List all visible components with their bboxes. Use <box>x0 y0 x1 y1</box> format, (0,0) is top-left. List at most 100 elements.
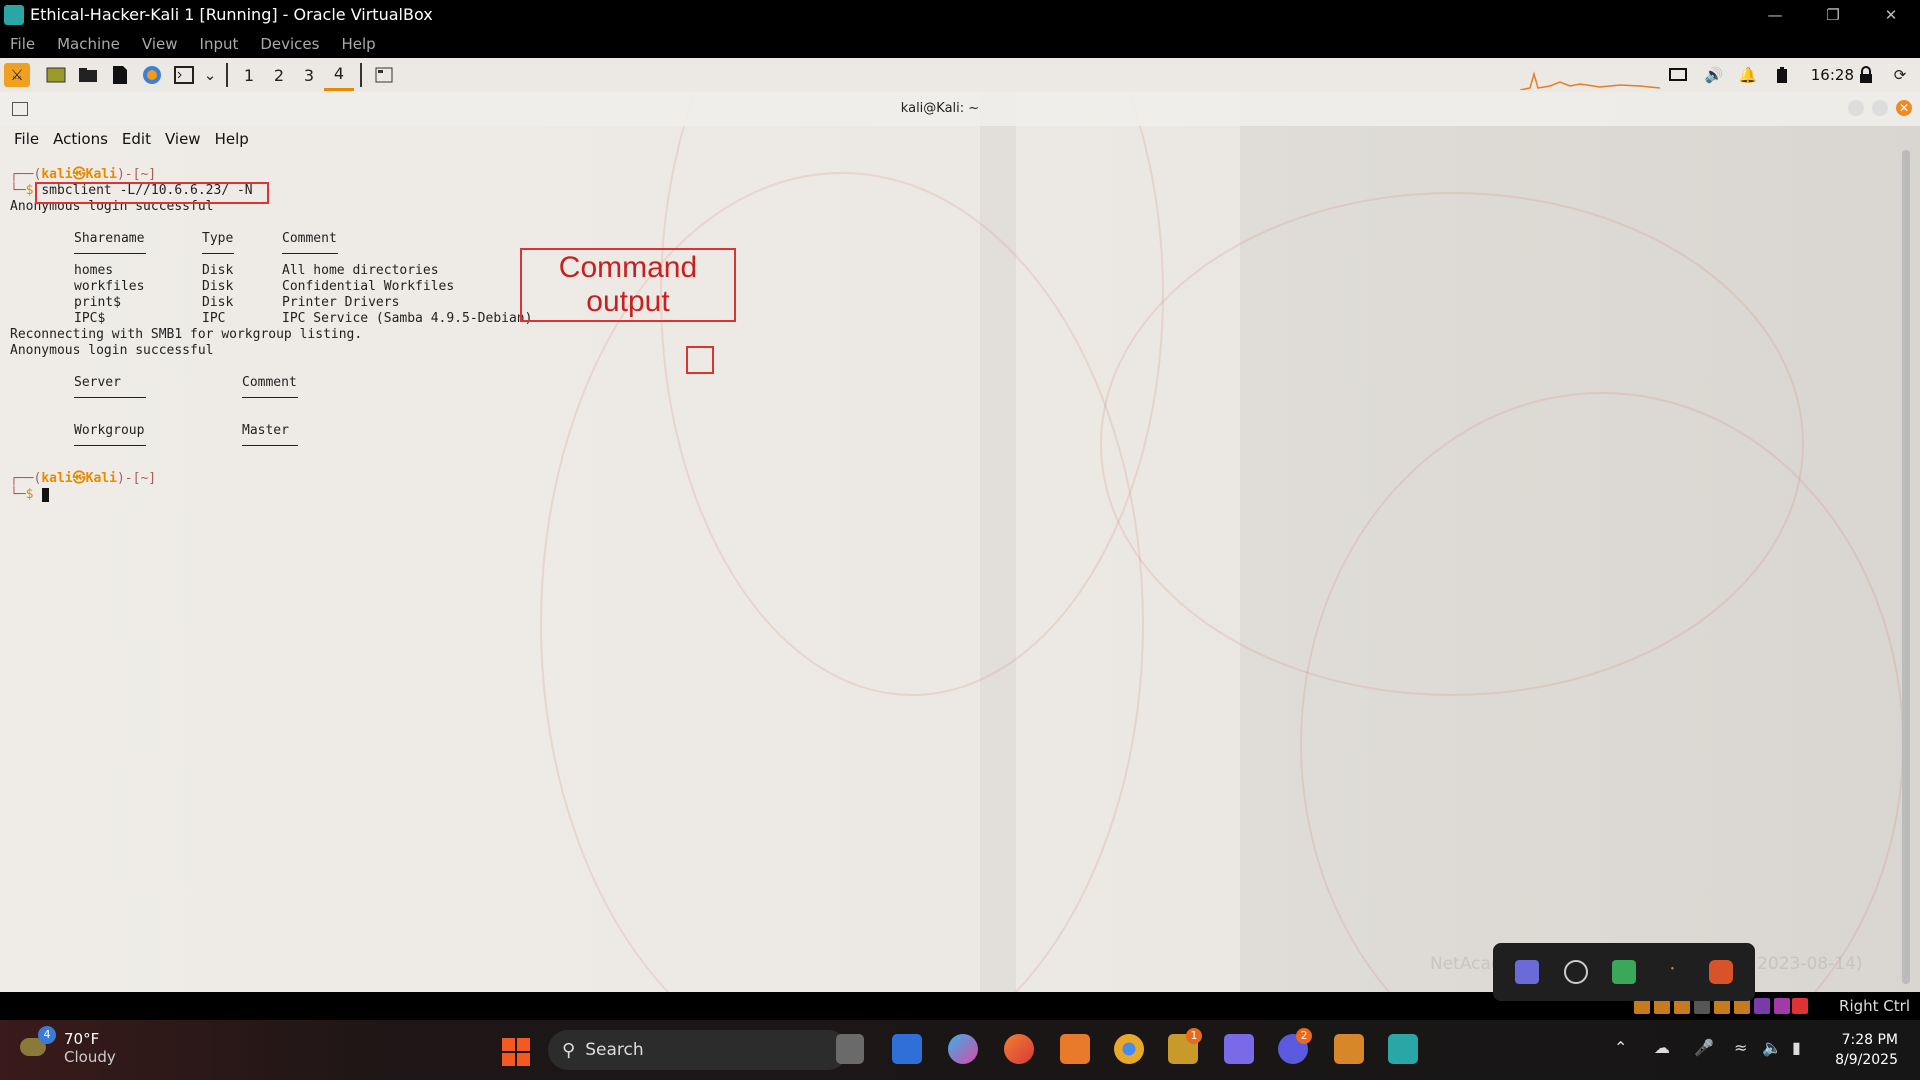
weather-widget[interactable]: 4 70°F Cloudy <box>20 1026 116 1066</box>
taskbar-search[interactable]: ⚲ Search <box>548 1030 848 1070</box>
chevron-down-icon[interactable]: ⌄ <box>203 63 217 87</box>
terminal-menu-bar: File Actions Edit View Help <box>0 126 1920 152</box>
header-type: Type <box>202 231 234 246</box>
copilot-icon[interactable] <box>948 1034 978 1064</box>
display-icon[interactable] <box>1665 63 1691 87</box>
workspace-1[interactable]: 1 <box>234 59 264 91</box>
weather-badge: 4 <box>38 1026 56 1044</box>
close-button[interactable]: ✕ <box>1862 0 1920 29</box>
tray-sync-icon[interactable] <box>1563 960 1588 984</box>
whatsapp-badge: 2 <box>1296 1028 1312 1044</box>
desktop-icon[interactable] <box>43 63 69 87</box>
terminal-window-icon[interactable] <box>371 63 397 87</box>
bluetooth-icon[interactable]: ᛫ <box>1660 960 1684 984</box>
microphone-icon[interactable]: 🎤 <box>1694 1038 1714 1057</box>
terminal-menu-view[interactable]: View <box>165 130 201 148</box>
terminal-title: kali@Kali: ~ <box>900 101 980 116</box>
mouse-integration-icon[interactable] <box>1792 998 1808 1014</box>
terminal-menu-actions[interactable]: Actions <box>53 130 108 148</box>
notification-bell-icon[interactable]: 🔔 <box>1735 63 1761 87</box>
share-type: Disk <box>202 295 234 310</box>
annotation-small-box <box>686 346 714 374</box>
cpu-activity-graph <box>1520 71 1660 90</box>
virtualbox-icon[interactable] <box>1388 1034 1418 1064</box>
workspace-3[interactable]: 3 <box>294 59 324 91</box>
terminal-icon[interactable] <box>171 63 197 87</box>
panel-separator <box>360 63 362 87</box>
menu-machine[interactable]: Machine <box>57 35 120 53</box>
prompt-dir: ~ <box>140 167 149 182</box>
share-name: IPC$ <box>74 311 106 326</box>
firefox-icon[interactable] <box>139 63 165 87</box>
reconnect-line: Reconnecting with SMB1 for workgroup lis… <box>10 327 363 342</box>
terminal-scrollbar[interactable] <box>1902 150 1910 984</box>
virtualbox-title-bar: Ethical-Hacker-Kali 1 [Running] - Oracle… <box>0 0 1920 29</box>
prompt-input-line[interactable]: └─$ <box>10 487 41 503</box>
search-icon: ⚲ <box>562 1039 576 1061</box>
command-highlight-box <box>35 182 269 204</box>
visual-studio-icon[interactable] <box>1224 1034 1254 1064</box>
file-manager-icon[interactable] <box>75 63 101 87</box>
onedrive-icon[interactable]: ☁ <box>1654 1038 1670 1057</box>
text-editor-icon[interactable] <box>107 63 133 87</box>
wifi-icon[interactable]: ≈ <box>1734 1038 1747 1057</box>
share-name: workfiles <box>74 279 145 294</box>
header-underline <box>74 445 146 446</box>
share-comment: Printer Drivers <box>282 295 400 310</box>
microsoft-store-icon[interactable] <box>1060 1034 1090 1064</box>
tray-app-icon[interactable] <box>1515 960 1540 984</box>
share-comment: All home directories <box>282 263 439 278</box>
tray-overflow-popup: ᛫ <box>1493 943 1755 1001</box>
terminal-minimize-button[interactable] <box>1848 100 1864 116</box>
taskbar-date: 8/9/2025 <box>1835 1052 1898 1068</box>
chrome-icon[interactable] <box>1114 1034 1144 1064</box>
lock-icon[interactable] <box>1853 63 1879 87</box>
restore-button[interactable]: ❐ <box>1804 0 1862 29</box>
workspace-2[interactable]: 2 <box>264 59 294 91</box>
tray-security-icon[interactable] <box>1708 960 1733 984</box>
power-icon[interactable]: ⟳ <box>1887 63 1913 87</box>
tray-teams-icon[interactable] <box>1611 960 1636 984</box>
window-title: Ethical-Hacker-Kali 1 [Running] - Oracle… <box>30 5 433 24</box>
windows-taskbar: 4 70°F Cloudy ⚲ Search 1 2 ⌃ ☁ 🎤 ≈ 🔈 ▮ 7… <box>0 1020 1920 1080</box>
search-label: Search <box>585 1040 644 1060</box>
volume-icon[interactable]: 🔊 <box>1701 63 1727 87</box>
header-underline <box>282 253 338 254</box>
kali-menu-icon[interactable]: ⚔ <box>4 63 30 87</box>
header-workgroup: Workgroup <box>74 423 145 438</box>
share-type: Disk <box>202 279 234 294</box>
header-sharename: Sharename <box>74 231 145 246</box>
battery-status-icon[interactable]: ▮ <box>1792 1038 1801 1057</box>
menu-view[interactable]: View <box>142 35 178 53</box>
start-button[interactable] <box>502 1038 530 1066</box>
taskbar-datetime[interactable]: 7:28 PM 8/9/2025 <box>1835 1030 1898 1070</box>
workspace-4[interactable]: 4 <box>324 59 354 91</box>
prompt-host: Kali <box>85 167 117 182</box>
virtualbox-app-icon <box>4 4 24 25</box>
cpu-status-icon[interactable] <box>1774 998 1790 1014</box>
task-view-icon[interactable] <box>836 1034 864 1064</box>
file-explorer-icon[interactable] <box>892 1034 922 1064</box>
menu-devices[interactable]: Devices <box>260 35 319 53</box>
share-name: homes <box>74 263 114 278</box>
virtualbox-menu-bar: File Machine View Input Devices Help <box>0 29 1920 58</box>
terminal-maximize-button[interactable] <box>1872 100 1888 116</box>
recording-icon[interactable] <box>1754 998 1770 1014</box>
minimize-button[interactable]: — <box>1746 0 1804 29</box>
terminal-menu-file[interactable]: File <box>14 130 39 148</box>
panel-clock[interactable]: 16:28 <box>1811 66 1854 84</box>
battery-icon[interactable] <box>1769 63 1795 87</box>
menu-help[interactable]: Help <box>341 35 375 53</box>
office-app-icon[interactable] <box>1334 1034 1364 1064</box>
terminal-close-button[interactable]: ✕ <box>1896 100 1912 116</box>
menu-input[interactable]: Input <box>200 35 239 53</box>
taskbar-time: 7:28 PM <box>1841 1032 1898 1048</box>
terminal-menu-edit[interactable]: Edit <box>122 130 151 148</box>
header-server-comment: Comment <box>242 375 297 390</box>
terminal-menu-help[interactable]: Help <box>215 130 249 148</box>
brave-browser-icon[interactable] <box>1004 1034 1034 1064</box>
show-hidden-icons-chevron-icon[interactable]: ⌃ <box>1614 1038 1627 1057</box>
weather-condition: Cloudy <box>64 1048 116 1066</box>
menu-file[interactable]: File <box>10 35 35 53</box>
speaker-icon[interactable]: 🔈 <box>1762 1038 1782 1057</box>
